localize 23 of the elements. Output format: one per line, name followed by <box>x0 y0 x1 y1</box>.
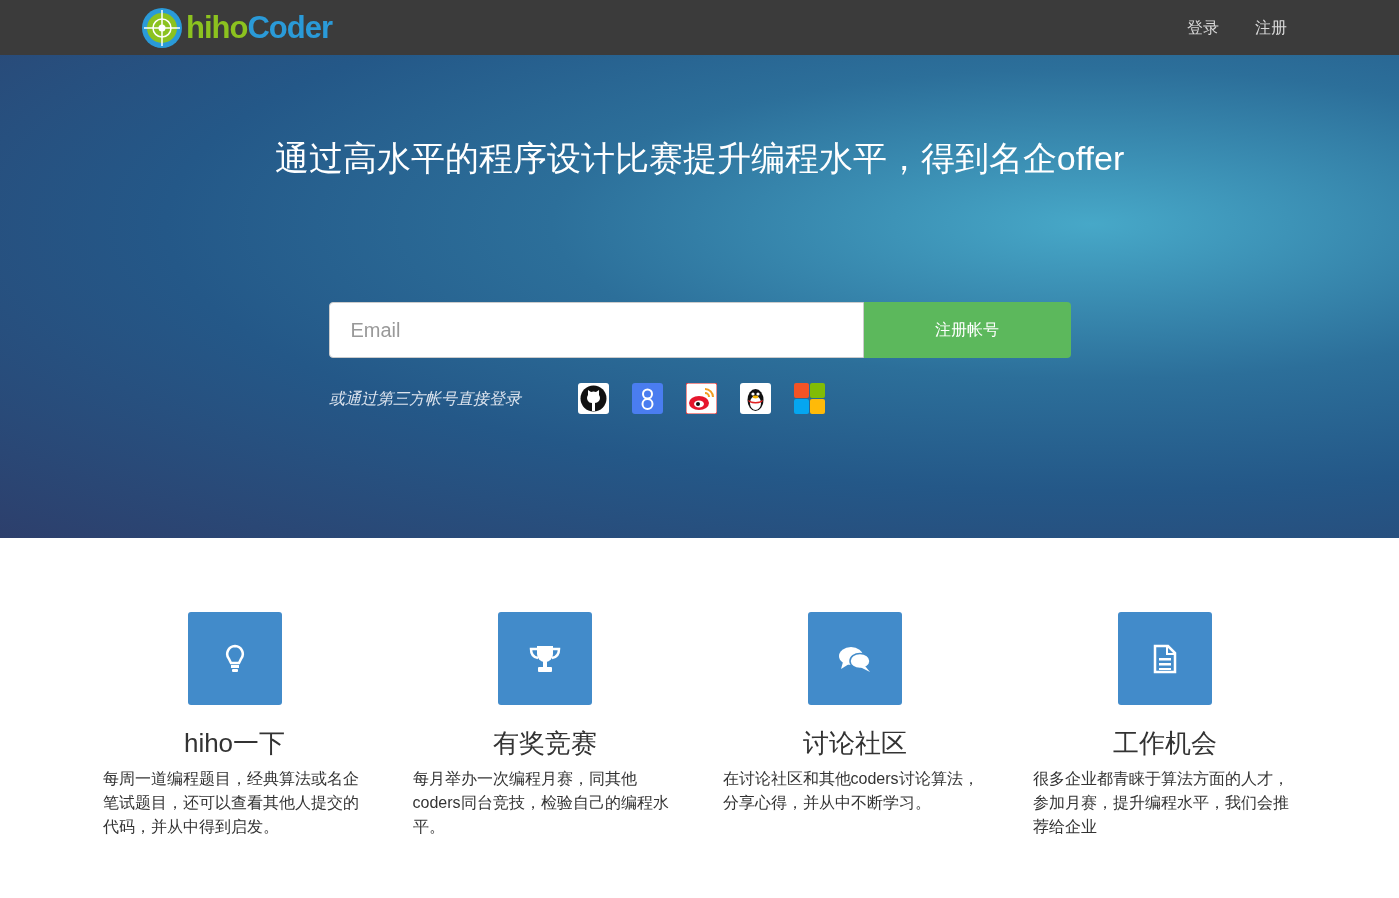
feature-description: 很多企业都青睐于算法方面的人才，参加月赛，提升编程水平，我们会推荐给企业 <box>1032 769 1290 837</box>
weibo-icon[interactable] <box>685 383 717 414</box>
logo-icon <box>140 5 184 50</box>
feature-title: 工作机会 <box>1112 727 1217 759</box>
feature-title: 有奖竞赛 <box>492 727 597 759</box>
lightbulb-icon <box>224 643 245 674</box>
feature-description: 在讨论社区和其他coders讨论算法，分享心得，并从中不断学习。 <box>722 769 980 813</box>
feature-title: 讨论社区 <box>802 727 907 759</box>
feature-description: 每周一道编程题目，经典算法或名企笔试题目，还可以查看其他人提交的代码，并从中得到启发。 <box>102 769 360 837</box>
hero-headline: 通过高水平的程序设计比赛提升编程水平，得到名企offer <box>274 138 1125 178</box>
windows-logo-icon[interactable] <box>793 383 825 414</box>
speech-bubbles-icon <box>837 644 872 673</box>
penguin-icon[interactable] <box>739 383 771 414</box>
nav-link[interactable]: 登录 <box>1187 15 1219 40</box>
github-icon[interactable] <box>577 383 609 414</box>
nav-link[interactable]: 注册 <box>1255 15 1287 40</box>
logo-text[interactable]: hihoCoder <box>186 12 332 43</box>
email-input[interactable]: Email <box>328 302 864 358</box>
feature-description: 每月举办一次编程月赛，同其他coders同台竞技，检验自己的编程水平。 <box>412 769 670 837</box>
third-party-login-label: 或通过第三方帐号直接登录 <box>328 388 523 409</box>
feature-title: hiho一下 <box>183 727 286 759</box>
document-icon <box>1152 643 1177 674</box>
trophy-icon <box>528 644 561 673</box>
